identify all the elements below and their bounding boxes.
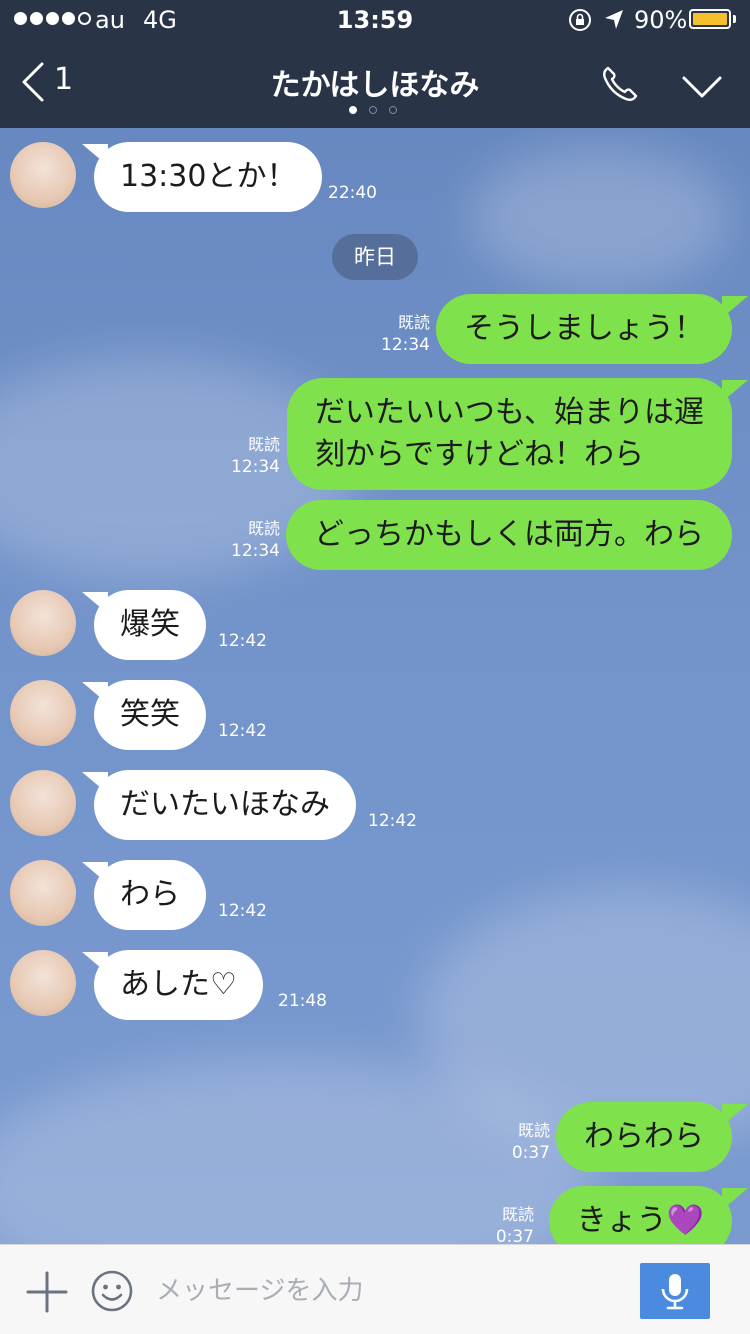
message-time: 12:42 [218,901,267,921]
incoming-message[interactable]: 笑笑 [94,680,206,750]
message-line: だいたいいつも、始まりは遅 [314,395,704,430]
incoming-message[interactable]: だいたいほなみ [94,770,356,840]
contact-avatar[interactable] [10,680,76,746]
battery-icon [689,9,731,29]
message-time: 0:37 [511,1143,550,1163]
message-time: 12:34 [381,335,430,355]
date-divider: 昨日 [332,234,418,280]
outgoing-message[interactable]: だいたいいつも、始まりは遅 刻からですけどね！わら [286,378,732,490]
incoming-message[interactable]: わら [94,860,206,930]
bubble-tail [722,1188,748,1210]
message-time: 12:42 [218,631,267,651]
chat-header: au 4G 13:59 90% 1 たかはしほなみ [0,0,750,128]
read-label: 既読 [501,1205,534,1224]
outgoing-message[interactable]: どっちかもしくは両方。わら [286,500,732,570]
message-input[interactable] [154,1263,628,1319]
contact-avatar[interactable] [10,590,76,656]
microphone-icon [661,1274,689,1310]
message-input-bar [0,1244,750,1334]
outgoing-message[interactable]: そうしましょう！ [436,294,732,364]
message-time: 12:42 [368,811,417,831]
read-label: 既読 [397,313,430,332]
message-time: 22:40 [328,183,377,203]
chat-area[interactable]: 13:30とか！ 22:40 昨日 既読 12:34 そうしましょう！ 既読 1… [0,128,750,1244]
read-receipt: 既読 12:34 [231,434,280,478]
message-time: 0:37 [495,1227,534,1244]
read-receipt: 既読 12:34 [231,518,280,562]
message-time: 12:42 [218,721,267,741]
read-label: 既読 [247,435,280,454]
read-receipt: 既読 12:34 [381,312,430,356]
rotation-lock-icon [569,9,591,31]
outgoing-message[interactable]: きょう💜 [548,1186,732,1244]
background-cloud [470,148,730,288]
incoming-message[interactable]: 13:30とか！ [94,142,323,212]
read-receipt: 既読 0:37 [496,1204,534,1244]
page-indicator [349,106,397,114]
message-time: 21:48 [278,991,327,1011]
outgoing-message[interactable]: わらわら [556,1102,732,1172]
message-time: 12:34 [231,457,280,477]
read-label: 既読 [517,1121,550,1140]
message-time: 12:34 [231,541,280,561]
battery-percent: 90% [634,6,688,34]
contact-avatar[interactable] [10,142,76,208]
phone-call-icon[interactable] [598,62,642,106]
read-label: 既読 [247,519,280,538]
incoming-message[interactable]: 爆笑 [94,590,206,660]
contact-avatar[interactable] [10,950,76,1016]
incoming-message[interactable]: あした♡ [94,950,263,1020]
battery-nub [733,15,736,23]
contact-avatar[interactable] [10,770,76,836]
chevron-down-icon[interactable] [680,72,724,102]
emoji-smiley-icon[interactable] [90,1269,134,1313]
read-receipt: 既読 0:37 [512,1120,550,1164]
voice-message-button[interactable] [640,1263,710,1319]
contact-avatar[interactable] [10,860,76,926]
message-line: 刻からですけどね！わら [314,437,644,472]
location-arrow-icon [605,10,623,29]
status-bar: au 4G 13:59 90% [0,0,750,40]
plus-icon[interactable] [26,1271,68,1313]
